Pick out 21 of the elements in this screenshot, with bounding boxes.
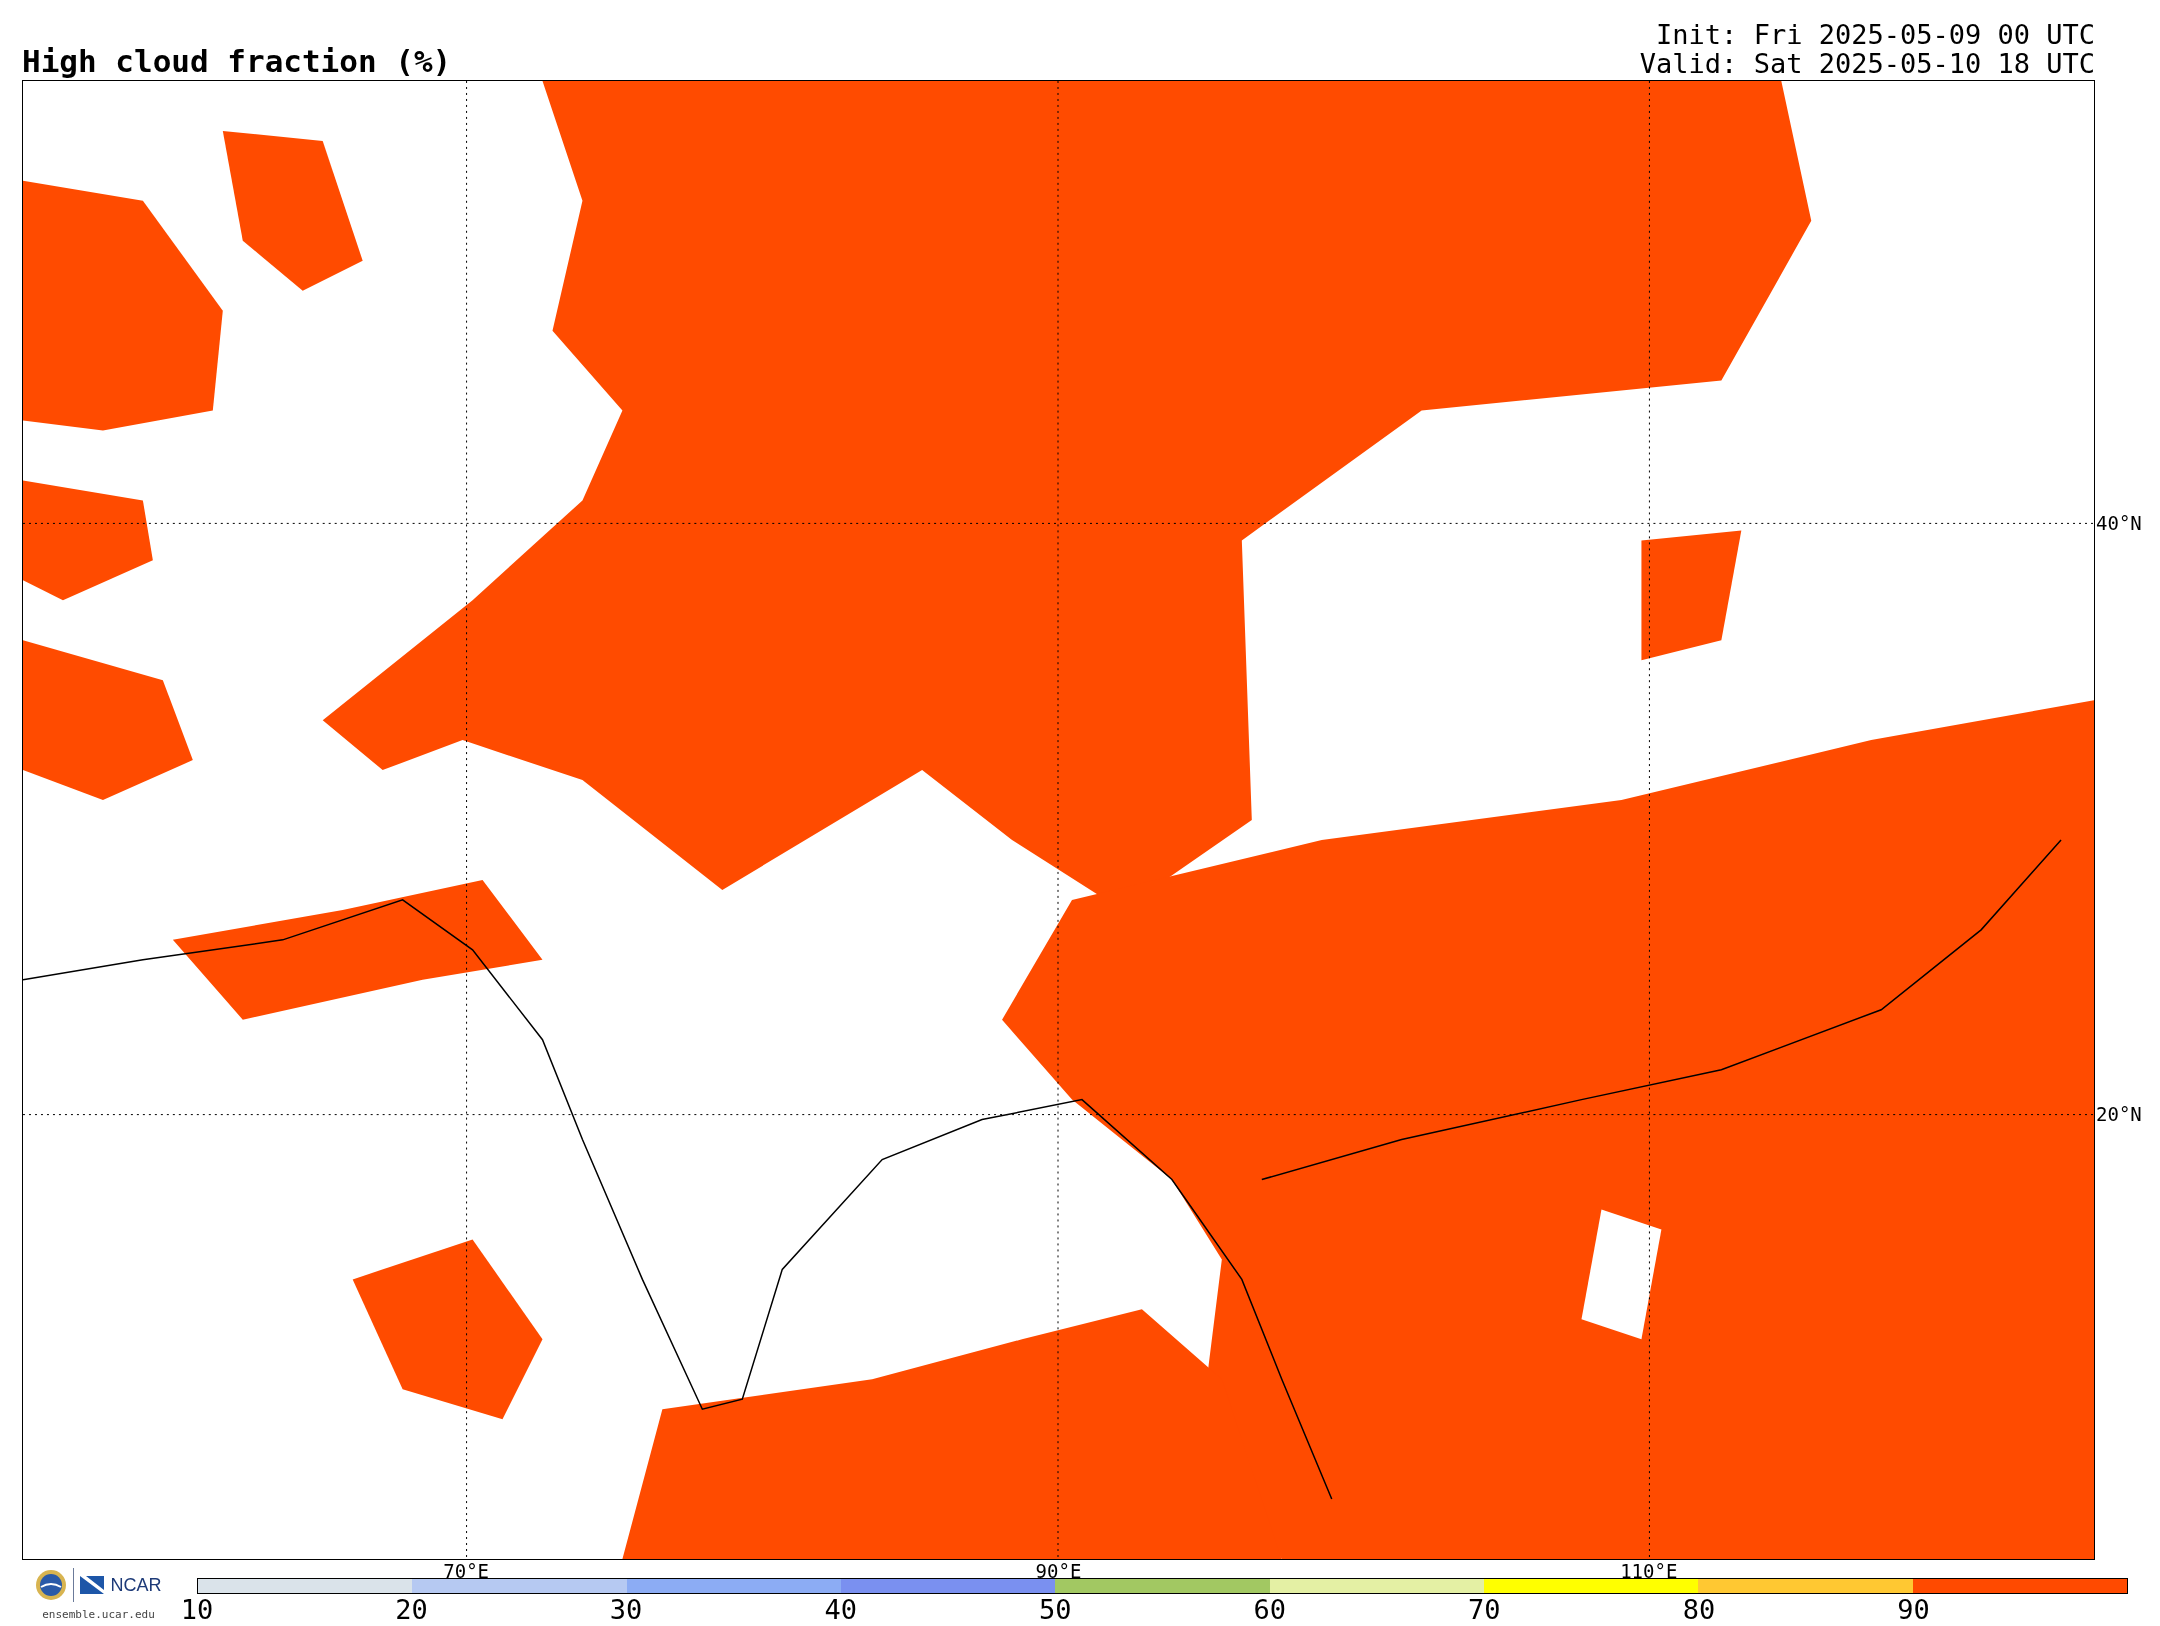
valid-time: Valid: Sat 2025-05-10 18 UTC xyxy=(1639,49,2095,78)
latitude-label: 40°N xyxy=(2095,512,2142,533)
colorbar-tick-label: 50 xyxy=(1039,1594,1072,1626)
colorbar-tick-label: 10 xyxy=(180,1594,214,1626)
init-time: Init: Fri 2025-05-09 00 UTC xyxy=(1656,20,2095,49)
colorbar-tick-label: 30 xyxy=(609,1594,643,1626)
seal-logo-icon xyxy=(35,1569,68,1601)
colorbar-tick-label: 40 xyxy=(824,1594,857,1626)
org-name: NCAR xyxy=(110,1574,162,1596)
colorbar-tick-label: 20 xyxy=(395,1594,428,1626)
colorbar-tick-label: 70 xyxy=(1468,1594,1501,1626)
latitude-label: 20°N xyxy=(2095,1104,2142,1125)
colorbar-tick-label: 90 xyxy=(1897,1594,1930,1626)
longitude-label: 90°E xyxy=(1035,1561,1082,1581)
colorbar-tick-label: 80 xyxy=(1682,1594,1716,1626)
longitude-label: 110°E xyxy=(1620,1561,1678,1581)
wave-logo-icon xyxy=(80,1576,105,1594)
site-address: ensemble.ucar.edu xyxy=(42,1608,155,1621)
chart-title: High cloud fraction (%) xyxy=(22,44,452,78)
colorbar-tick-label: 60 xyxy=(1253,1594,1287,1626)
longitude-label: 70°E xyxy=(443,1561,490,1581)
